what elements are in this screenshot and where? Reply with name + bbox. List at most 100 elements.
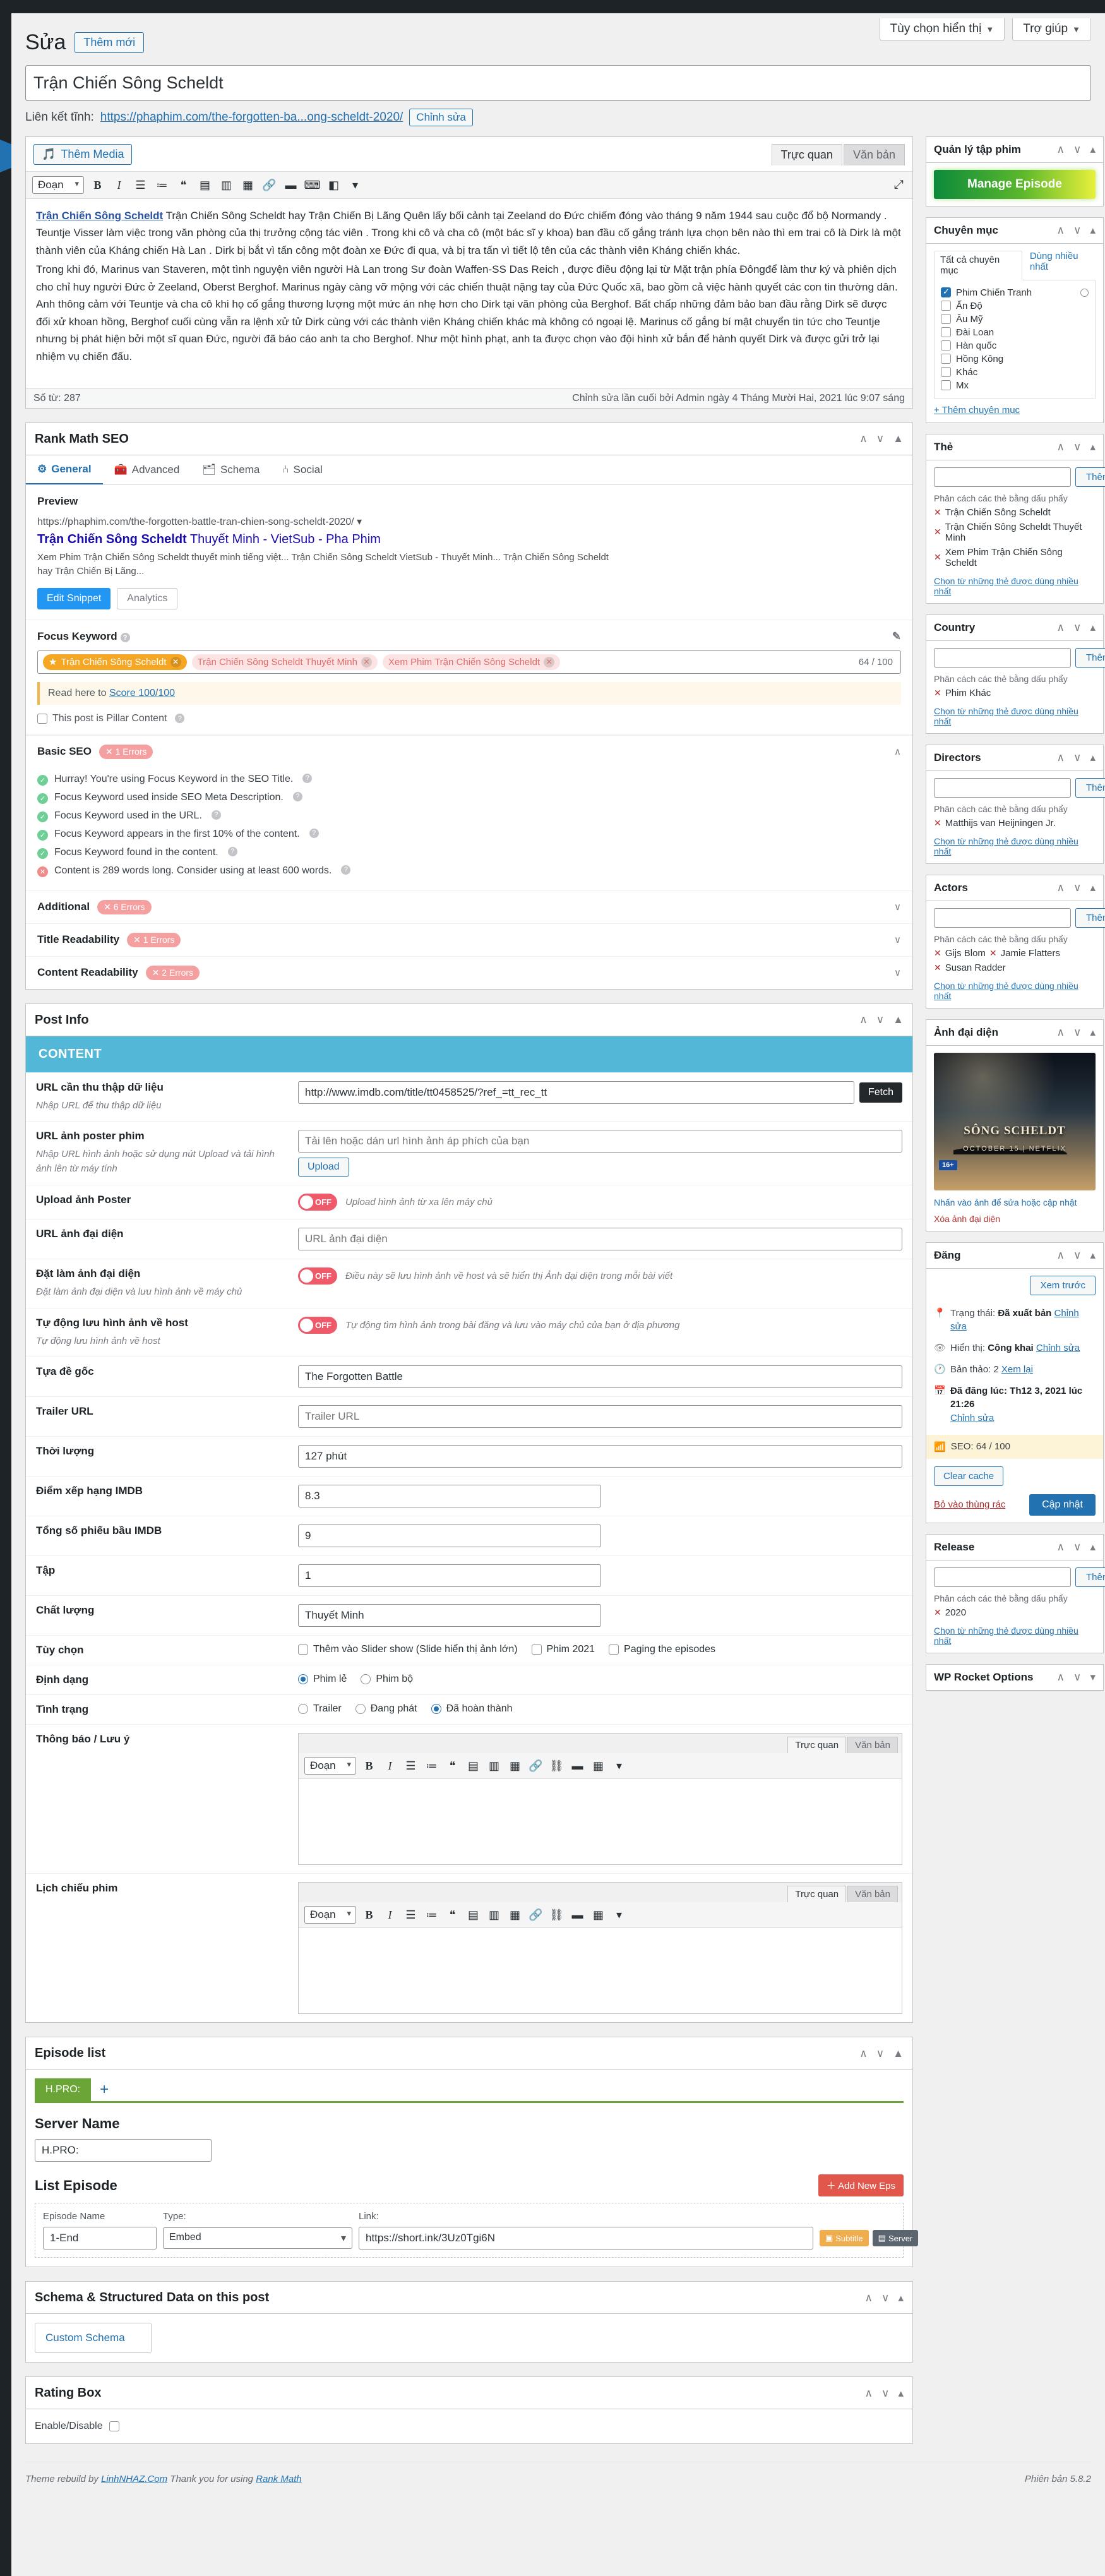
align-left-icon[interactable]: ▤ [465,1758,481,1774]
toggle-panel-icon[interactable]: ▴ [1090,882,1096,893]
add-server-icon[interactable]: + [91,2082,117,2097]
list-item[interactable]: Phim Chiến Tranh [941,286,1089,299]
tab-text[interactable]: Văn bản [843,143,905,165]
toggle-panel-icon[interactable]: ▾ [1090,1672,1096,1682]
read-more-icon[interactable]: ▬ [570,1758,585,1774]
add-director-button[interactable]: Thêm [1075,777,1105,798]
read-more-icon[interactable]: ▬ [570,1907,585,1923]
remove-tag-icon[interactable]: ✕ [934,507,941,518]
list-item[interactable]: Âu Mỹ [941,313,1089,326]
country-input[interactable] [934,647,1071,668]
schedule-format-select[interactable]: Đoạn [304,1906,356,1924]
keyword-tag-primary[interactable]: ★ Trận Chiến Sông Scheldt ✕ [43,654,187,670]
help-icon[interactable]: ? [175,714,185,724]
toggle-panel-icon[interactable]: ▴ [1090,441,1096,452]
move-down-icon[interactable]: ∨ [876,433,884,444]
editor-content-area[interactable]: Trận Chiến Sông Scheldt Trận Chiến Sông … [26,199,912,388]
server-name-input[interactable] [35,2139,212,2162]
add-media-button[interactable]: 🎵 Thêm Media [33,144,133,165]
content-readability-accordion[interactable]: Content Readability ✕ 2 Errors ∨ [26,956,912,989]
analytics-button[interactable]: Analytics [117,587,178,609]
permalink-url[interactable]: https://phaphim.com/the-forgotten-ba...o… [100,111,403,124]
numbered-list-icon[interactable]: ≔ [424,1758,439,1774]
move-down-icon[interactable]: ∨ [876,2048,884,2059]
set-featured-toggle[interactable]: OFF [298,1267,337,1285]
category-checkbox[interactable] [941,287,951,298]
bold-icon[interactable]: B [361,1758,377,1774]
toggle-panel-icon[interactable]: ▴ [1090,1027,1096,1038]
list-item[interactable]: Hồng Kông [941,352,1089,366]
featured-image-note[interactable]: Nhấn vào ảnh để sửa hoặc cập nhật [934,1196,1096,1209]
release-input[interactable] [934,1567,1071,1587]
shortcode-icon[interactable]: ◧ [326,177,342,193]
move-down-icon[interactable]: ∨ [1073,441,1081,452]
bullet-list-icon[interactable]: ☰ [403,1758,419,1774]
keyword-tag[interactable]: Trận Chiến Sông Scheldt Thuyết Minh ✕ [191,654,378,670]
move-up-icon[interactable]: ∧ [1057,441,1065,452]
additional-accordion[interactable]: Additional ✕ 6 Errors ∨ [26,890,912,923]
help-icon[interactable]: ? [227,846,237,856]
italic-icon[interactable]: I [382,1907,398,1923]
remove-tag-icon[interactable]: ✕ [934,552,941,563]
upload-button[interactable]: Upload [298,1158,349,1177]
focus-keyword-input[interactable]: ★ Trận Chiến Sông Scheldt ✕ Trận Chiến S… [37,650,901,674]
edit-published-date-link[interactable]: Chỉnh sửa [950,1413,994,1423]
schedule-editor-body[interactable] [299,1928,902,2014]
trailer-url-input[interactable] [298,1405,902,1429]
choose-popular-countries-link[interactable]: Chọn từ những thẻ được dùng nhiều nhất [934,706,1096,726]
edit-slug-button[interactable]: Chỉnh sửa [409,108,473,126]
move-down-icon[interactable]: ∨ [1073,144,1081,155]
imdb-rating-input[interactable] [298,1485,601,1508]
category-checkbox[interactable] [941,327,951,338]
move-down-icon[interactable]: ∨ [1073,1250,1081,1261]
remove-country-icon[interactable]: ✕ [934,688,941,698]
edit-snippet-button[interactable]: Edit Snippet [37,587,111,609]
move-up-icon[interactable]: ∧ [1057,225,1065,236]
align-center-icon[interactable]: ▥ [486,1907,502,1923]
move-up-icon[interactable]: ∧ [859,1014,867,1025]
bullet-list-icon[interactable]: ☰ [403,1907,419,1923]
phim-2021-checkbox[interactable] [531,1644,542,1655]
toggle-panel-icon[interactable]: ▲ [893,2048,904,2059]
help-icon[interactable]: ? [309,828,319,838]
remove-keyword-icon[interactable]: ✕ [170,656,181,668]
toolbar-toggle-icon[interactable]: ▾ [611,1758,627,1774]
radio-selected-icon[interactable] [298,1674,308,1685]
align-right-icon[interactable]: ▦ [507,1758,523,1774]
remove-director-icon[interactable]: ✕ [934,818,941,829]
enable-disable-row[interactable]: Enable/Disable [35,2418,904,2435]
radio-icon[interactable] [361,1674,371,1685]
original-title-input[interactable] [298,1365,902,1389]
move-down-icon[interactable]: ∨ [876,1014,884,1025]
duration-input[interactable] [298,1445,902,1468]
toggle-panel-icon[interactable]: ▲ [893,433,904,444]
manage-episode-button[interactable]: Manage Episode [934,169,1096,199]
remove-actor-icon[interactable]: ✕ [989,948,997,959]
notice-format-select[interactable]: Đoạn [304,1757,356,1775]
episode-link-input[interactable] [359,2227,813,2250]
paragraph-format-select[interactable]: Đoạn [32,176,84,194]
add-country-button[interactable]: Thêm [1075,647,1105,668]
list-item[interactable]: Ấn Độ [941,299,1089,313]
align-right-icon[interactable]: ▦ [507,1907,523,1923]
footer-rankmath-link[interactable]: Rank Math [256,2474,302,2484]
radio-icon[interactable] [298,1704,308,1715]
notice-editor-body[interactable] [299,1779,902,1865]
tab-all-categories[interactable]: Tất cả chuyên mục [934,250,1022,280]
tab-most-used[interactable]: Dùng nhiều nhất [1030,251,1096,275]
move-down-icon[interactable]: ∨ [1073,882,1081,893]
custom-schema-item[interactable]: Custom Schema [35,2323,152,2354]
category-checkbox[interactable] [941,380,951,391]
status-airing-radio[interactable]: Đang phát [355,1703,417,1715]
list-item[interactable]: Mx [941,379,1089,392]
preview-button[interactable]: Xem trước [1030,1275,1096,1295]
move-down-icon[interactable]: ∨ [1073,225,1081,236]
move-up-icon[interactable]: ∧ [1057,622,1065,633]
category-checkbox[interactable] [941,354,951,364]
title-readability-accordion[interactable]: Title Readability ✕ 1 Errors ∨ [26,923,912,956]
move-down-icon[interactable]: ∨ [1073,752,1081,763]
option-phim-2021[interactable]: Phim 2021 [531,1644,595,1655]
blockquote-icon[interactable]: ❝ [445,1758,460,1774]
align-left-icon[interactable]: ▤ [197,177,213,193]
remove-tag-icon[interactable]: ✕ [934,527,941,537]
